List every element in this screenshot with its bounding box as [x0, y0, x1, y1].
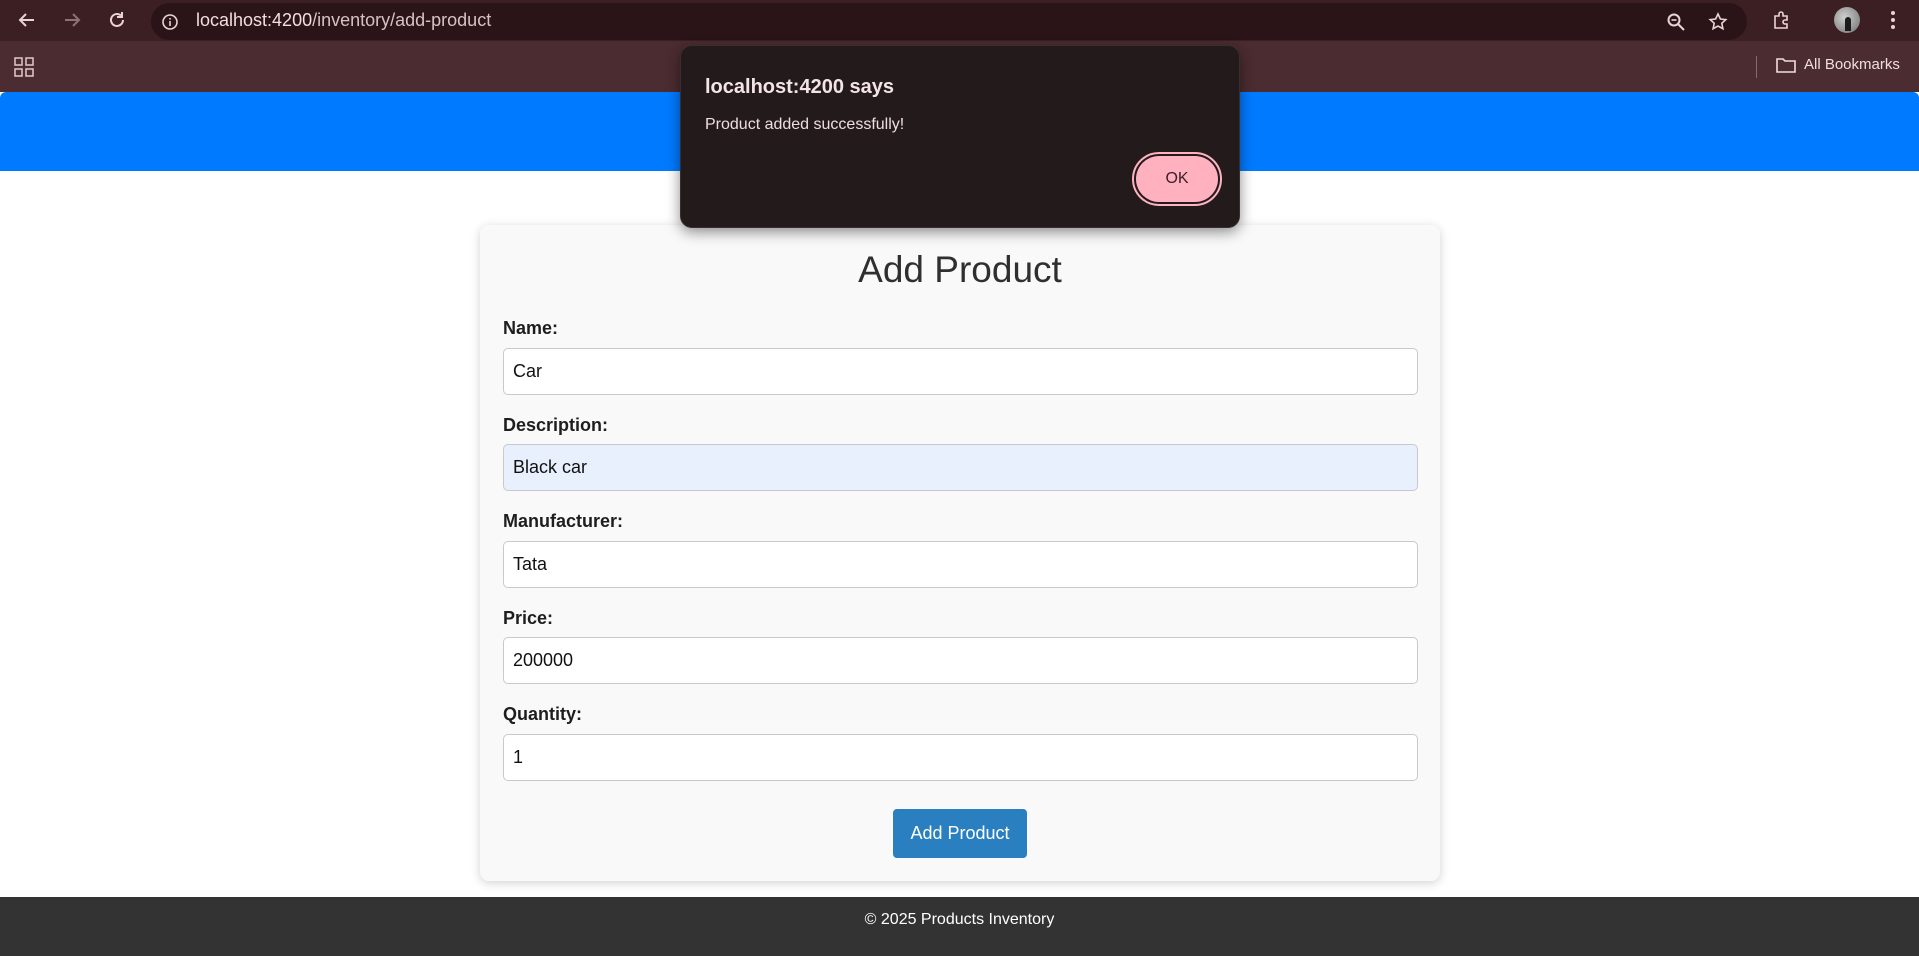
puzzle-piece-icon	[1774, 11, 1788, 29]
url-host: localhost:4200	[196, 10, 313, 30]
price-label: Price:	[503, 608, 554, 628]
add-product-form: Add Product Name: Description: Manufactu…	[480, 225, 1440, 881]
url-text: localhost:4200/inventory/add-product	[196, 10, 491, 31]
price-input[interactable]	[503, 637, 1418, 684]
description-input[interactable]	[503, 444, 1418, 491]
bookmark-star-icon[interactable]	[1708, 12, 1728, 32]
browser-menu-button[interactable]	[1879, 6, 1907, 34]
bookmarks-separator	[1756, 56, 1757, 78]
all-bookmarks-label: All Bookmarks	[1804, 56, 1900, 73]
back-arrow-icon	[18, 13, 34, 27]
quantity-input[interactable]	[503, 734, 1418, 781]
quantity-label: Quantity:	[503, 704, 582, 724]
forward-button[interactable]	[58, 6, 86, 34]
name-input[interactable]	[503, 348, 1418, 395]
apps-grid-icon[interactable]	[14, 57, 34, 77]
site-info-icon[interactable]	[161, 13, 179, 31]
forward-arrow-icon	[65, 13, 81, 27]
extensions-button[interactable]	[1767, 6, 1795, 34]
ok-button-focus-ring: OK	[1132, 152, 1222, 206]
dialog-message: Product added successfully!	[705, 116, 905, 133]
back-button[interactable]	[13, 6, 41, 34]
footer-text: © 2025 Products Inventory	[864, 911, 1055, 928]
reload-button[interactable]	[103, 6, 131, 34]
url-path: /inventory/add-product	[312, 10, 492, 30]
ok-button[interactable]: OK	[1136, 156, 1218, 202]
name-label: Name:	[503, 318, 559, 338]
more-vertical-icon	[1891, 11, 1895, 29]
all-bookmarks-button[interactable]: All Bookmarks	[1776, 56, 1900, 73]
zoom-icon[interactable]	[1666, 12, 1686, 32]
form-title: Add Product	[858, 249, 1062, 290]
dialog-title: localhost:4200 says	[705, 76, 894, 98]
add-product-button[interactable]: Add Product	[893, 809, 1027, 858]
browser-toolbar: localhost:4200/inventory/add-product	[0, 0, 1919, 41]
page-footer: © 2025 Products Inventory	[0, 897, 1919, 956]
description-label: Description:	[503, 415, 609, 435]
reload-icon	[110, 12, 124, 27]
manufacturer-input[interactable]	[503, 541, 1418, 588]
folder-icon	[1776, 57, 1796, 73]
manufacturer-label: Manufacturer:	[503, 511, 624, 531]
profile-avatar[interactable]	[1834, 7, 1860, 33]
alert-dialog: localhost:4200 says Product added succes…	[680, 45, 1240, 228]
